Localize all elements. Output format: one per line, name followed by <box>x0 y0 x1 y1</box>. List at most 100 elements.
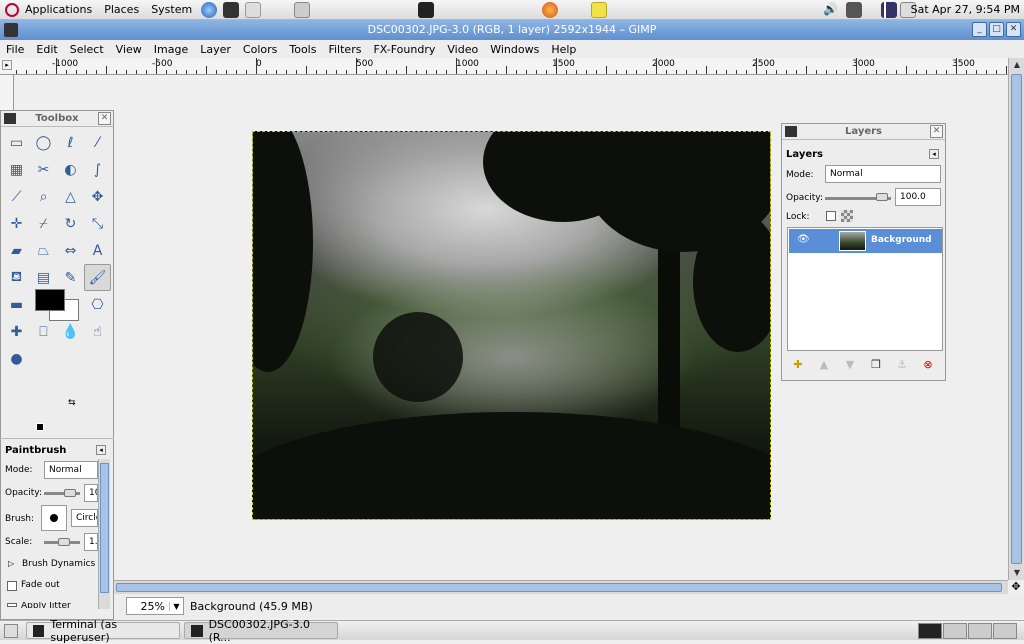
duplicate-layer-icon[interactable]: ❐ <box>869 358 883 372</box>
blend-tool-icon[interactable]: ▤ <box>30 264 57 291</box>
window-titlebar[interactable]: DSC00302.JPG-3.0 (RGB, 1 layer) 2592x194… <box>0 20 1024 40</box>
layer-opacity-slider-knob[interactable] <box>876 193 888 201</box>
vertical-ruler[interactable] <box>0 75 14 110</box>
navigate-icon[interactable]: ✥ <box>1008 580 1024 594</box>
vertical-scrollbar[interactable]: ▲ ▼ <box>1008 58 1024 580</box>
eraser-tool-icon[interactable]: ▬ <box>3 291 30 318</box>
tab-menu-icon[interactable]: ◂ <box>96 445 106 455</box>
chevron-down-icon[interactable]: ▼ <box>169 601 183 611</box>
apply-jitter-checkbox[interactable] <box>7 603 17 607</box>
default-colors-icon[interactable] <box>36 423 44 431</box>
pencil-tool-icon[interactable]: ✎ <box>57 264 84 291</box>
menu-tools[interactable]: Tools <box>283 43 322 56</box>
color-select-tool-icon[interactable]: ▦ <box>3 156 30 183</box>
scissors-tool-icon[interactable]: ✂ <box>30 156 57 183</box>
menu-image[interactable]: Image <box>148 43 194 56</box>
brush-preview[interactable] <box>41 505 67 531</box>
network-status-icon[interactable] <box>881 2 897 18</box>
flip-tool-icon[interactable]: ⇔ <box>57 237 84 264</box>
lower-layer-icon[interactable]: ▼ <box>843 358 857 372</box>
menu-help[interactable]: Help <box>545 43 582 56</box>
firefox-launcher-icon[interactable] <box>542 1 559 18</box>
places-menu[interactable]: Places <box>98 3 145 16</box>
menu-filters[interactable]: Filters <box>322 43 367 56</box>
anchor-layer-icon[interactable]: ⚓ <box>895 358 909 372</box>
menu-video[interactable]: Video <box>441 43 484 56</box>
layer-list[interactable]: 👁 Background <box>787 227 943 351</box>
menu-view[interactable]: View <box>110 43 148 56</box>
ellipse-select-tool-icon[interactable]: ◯ <box>30 129 57 156</box>
zoom-tool-icon[interactable]: ⌕ <box>30 183 57 210</box>
show-desktop-icon[interactable] <box>4 624 18 638</box>
network-launcher-icon[interactable] <box>245 1 262 18</box>
layer-opacity-value[interactable]: 100.0 <box>895 188 941 206</box>
terminal-launcher-icon[interactable] <box>418 1 435 18</box>
text-tool-icon[interactable]: A <box>84 237 111 264</box>
fuzzy-select-tool-icon[interactable]: ⁄ <box>84 129 111 156</box>
scale-slider-knob[interactable] <box>58 538 70 546</box>
scale-tool-icon[interactable]: ⤡ <box>84 210 111 237</box>
close-icon[interactable]: ✕ <box>98 112 111 125</box>
vertical-scroll-thumb[interactable] <box>1011 74 1022 564</box>
foreground-color-swatch[interactable] <box>35 289 65 311</box>
notes-launcher-icon[interactable] <box>591 1 608 18</box>
rotate-tool-icon[interactable]: ↻ <box>57 210 84 237</box>
menu-colors[interactable]: Colors <box>237 43 283 56</box>
paint-mode-select[interactable]: Normal <box>44 461 98 479</box>
align-tool-icon[interactable]: ✛ <box>3 210 30 237</box>
workspace-1[interactable] <box>918 623 942 639</box>
perspective-tool-icon[interactable]: ⏢ <box>30 237 57 264</box>
volume-icon[interactable]: 🔊 <box>823 2 839 18</box>
debian-logo-icon[interactable] <box>5 2 19 17</box>
raise-layer-icon[interactable]: ▲ <box>817 358 831 372</box>
menu-fx-foundry[interactable]: FX-Foundry <box>367 43 441 56</box>
tool-options-scroll-thumb[interactable] <box>100 463 109 593</box>
workspace-2[interactable] <box>943 623 967 639</box>
close-window-button[interactable]: ✕ <box>1006 22 1021 37</box>
paintbrush-tool-icon[interactable]: 🖌 <box>84 264 111 291</box>
quick-mask-corner-icon[interactable]: ▸ <box>2 60 12 70</box>
opacity-slider-knob[interactable] <box>64 489 76 497</box>
color-picker-tool-icon[interactable]: ⟋ <box>3 183 30 210</box>
maximize-button[interactable]: □ <box>989 22 1004 37</box>
menu-select[interactable]: Select <box>64 43 110 56</box>
tool-options-scrollbar[interactable] <box>98 459 110 609</box>
image-canvas[interactable] <box>252 131 771 520</box>
horizontal-scroll-thumb[interactable] <box>116 583 1002 592</box>
gimp-launcher-icon[interactable] <box>223 1 240 18</box>
perspective-clone-tool-icon[interactable]: ⎕ <box>30 318 57 345</box>
expander-arrow-icon[interactable]: ▷ <box>8 559 14 568</box>
gimp-tray-icon[interactable] <box>846 2 862 18</box>
fade-out-checkbox[interactable] <box>7 581 17 591</box>
task-terminal[interactable]: Terminal (as superuser) <box>26 618 180 644</box>
clone-tool-icon[interactable]: ⎔ <box>84 291 111 318</box>
horizontal-ruler[interactable]: ▸ -1000 -500 0 500 1000 1500 2000 2500 3… <box>0 58 1008 75</box>
menu-windows[interactable]: Windows <box>484 43 545 56</box>
menu-layer[interactable]: Layer <box>194 43 237 56</box>
layer-mode-select[interactable]: Normal <box>825 165 941 183</box>
foreground-select-tool-icon[interactable]: ◐ <box>57 156 84 183</box>
swap-colors-icon[interactable]: ⇆ <box>68 398 76 408</box>
smudge-tool-icon[interactable]: ☝ <box>84 318 111 345</box>
minimize-button[interactable]: _ <box>972 22 987 37</box>
menu-file[interactable]: File <box>0 43 30 56</box>
heal-tool-icon[interactable]: ✚ <box>3 318 30 345</box>
zoom-selector[interactable]: 25% ▼ <box>126 597 184 615</box>
brush-dynamics-expander[interactable]: Brush Dynamics <box>22 559 95 569</box>
move-tool-icon[interactable]: ✥ <box>84 183 111 210</box>
close-icon[interactable]: ✕ <box>930 125 943 138</box>
menu-edit[interactable]: Edit <box>30 43 63 56</box>
web-browser-launcher-icon[interactable] <box>201 1 218 18</box>
opacity-value[interactable]: 10 <box>84 484 98 502</box>
measure-tool-icon[interactable]: △ <box>57 183 84 210</box>
rect-select-tool-icon[interactable]: ▭ <box>3 129 30 156</box>
eye-visibility-icon[interactable]: 👁 <box>797 234 810 245</box>
dodge-tool-icon[interactable]: ● <box>3 345 30 372</box>
brush-name[interactable]: Circle <box>71 509 98 527</box>
floppy-launcher-icon[interactable] <box>294 1 311 18</box>
shear-tool-icon[interactable]: ▰ <box>3 237 30 264</box>
system-menu[interactable]: System <box>145 3 198 16</box>
lock-pixels-checkbox[interactable] <box>826 211 836 221</box>
lock-alpha-icon[interactable] <box>841 210 853 222</box>
workspace-4[interactable] <box>993 623 1017 639</box>
